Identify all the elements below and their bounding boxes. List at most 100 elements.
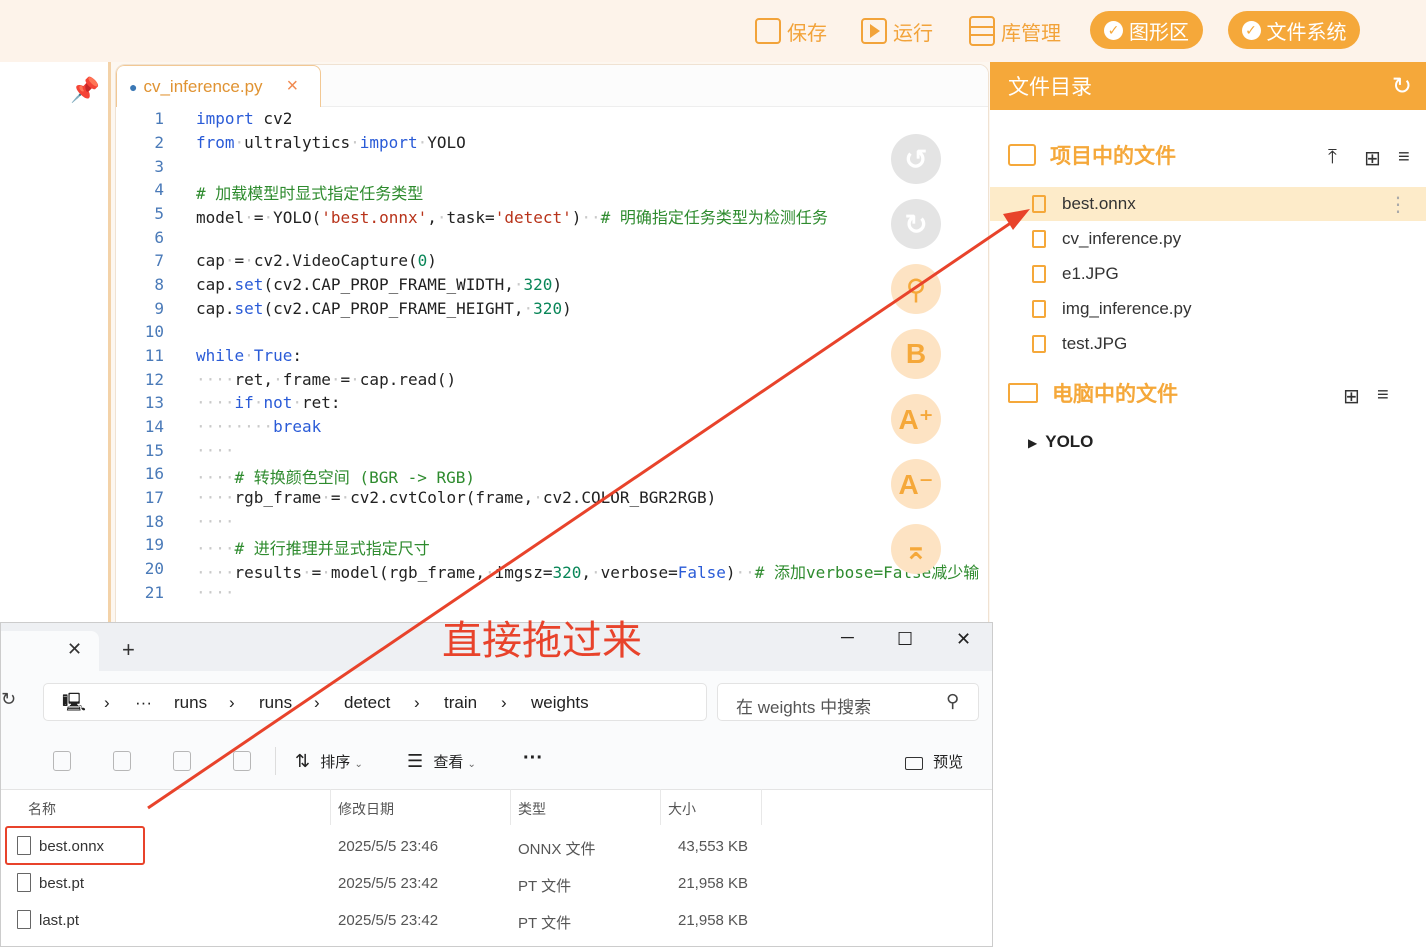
cell-type: PT 文件 (518, 915, 572, 932)
code-line: model·=·YOLO('best.onnx',·task='detect')… (196, 208, 828, 227)
close-tab-icon[interactable]: ✕ (67, 639, 82, 660)
cell-type: PT 文件 (518, 878, 572, 895)
table-row[interactable]: last.pt 2025/5/5 23:42 PT 文件 21,958 KB (1, 903, 992, 939)
library-button[interactable]: 库管理 (969, 12, 1061, 50)
new-file-icon[interactable]: ⊞ (1343, 384, 1360, 409)
save-button[interactable]: 保存 (755, 12, 827, 50)
column-divider[interactable] (660, 789, 661, 825)
computer-files-section[interactable]: 电脑中的文件 (1008, 378, 1178, 408)
scroll-top-button[interactable]: ⌅ (891, 524, 941, 574)
address-bar[interactable]: 🖳 › ··· runs › runs › detect › train › w… (43, 683, 707, 721)
bold-icon: B (905, 338, 927, 369)
close-icon[interactable]: × (287, 75, 299, 98)
graphic-area-button[interactable]: ✓ 图形区 (1090, 11, 1203, 49)
code-line: ···· (196, 583, 235, 602)
file-item[interactable]: img_inference.py (990, 292, 1426, 326)
menu-icon[interactable]: ≡ (1377, 384, 1389, 407)
refresh-icon[interactable]: ↻ (1392, 72, 1412, 101)
delete-icon[interactable] (233, 751, 251, 771)
chevron-down-icon: ⌄ (467, 759, 476, 770)
project-files-section[interactable]: 项目中的文件 (1008, 140, 1176, 170)
cell-modified: 2025/5/5 23:42 (338, 875, 439, 892)
code-line: ····ret,·frame·=·cap.read() (196, 370, 457, 389)
path-segment[interactable]: train (444, 693, 477, 713)
menu-icon[interactable]: ≡ (1398, 146, 1410, 169)
redo-button[interactable]: ↻ (891, 199, 941, 249)
maximize-icon[interactable]: ☐ (897, 629, 913, 650)
view-button[interactable]: ☰ 查看 ⌄ (407, 751, 476, 772)
more-icon[interactable]: ⋮ (1388, 192, 1408, 217)
python-icon: ● (129, 78, 138, 95)
column-header-modified[interactable]: 修改日期 (338, 799, 394, 819)
column-header-type[interactable]: 类型 (518, 799, 546, 819)
line-number: 17 (144, 488, 164, 507)
column-divider[interactable] (761, 789, 762, 825)
line-number: 16 (144, 464, 164, 483)
path-segment[interactable]: runs (174, 693, 207, 713)
share-icon[interactable] (173, 751, 191, 771)
code-line: ····# 转换颜色空间 (BGR -> RGB) (196, 468, 476, 487)
highlight-box (5, 826, 145, 865)
new-tab-icon[interactable]: + (122, 637, 135, 663)
chevron-down-icon: ⌄ (354, 759, 363, 770)
column-header-name[interactable]: 名称 (28, 799, 56, 819)
folder-item-yolo[interactable]: ▶ YOLO (1028, 432, 1093, 452)
divider (275, 747, 276, 775)
more-button[interactable]: ··· (523, 747, 543, 770)
explorer-tab[interactable]: ✕ (1, 631, 99, 671)
sidebar-divider[interactable] (108, 62, 111, 622)
line-number: 5 (154, 204, 164, 223)
pin-icon[interactable]: 📌 (70, 76, 100, 105)
file-item[interactable]: test.JPG (990, 327, 1426, 361)
folder-name: YOLO (1045, 432, 1094, 451)
undo-button[interactable]: ↺ (891, 134, 941, 184)
window-close-icon[interactable]: ✕ (956, 629, 971, 650)
code-line: ····results·=·model(rgb_frame,·imgsz=320… (196, 563, 980, 582)
rename-icon[interactable] (113, 751, 131, 771)
tab-label: cv_inference.py (143, 76, 263, 96)
font-decrease-button[interactable]: A⁻ (891, 459, 941, 509)
path-segment[interactable]: weights (531, 693, 589, 713)
server-icon (969, 16, 995, 46)
file-item[interactable]: cv_inference.py (990, 222, 1426, 256)
sort-button[interactable]: ⇅ 排序 ⌄ (295, 751, 363, 772)
sort-icon: ⇅ (295, 751, 311, 771)
upload-icon[interactable]: ⤒ (1328, 146, 1337, 169)
font-increase-button[interactable]: A⁺ (891, 394, 941, 444)
file-name: best.onnx (1062, 194, 1136, 213)
code-line: import cv2 (196, 109, 293, 128)
search-input[interactable]: 在 weights 中搜索 ⚲ (717, 683, 979, 721)
line-number: 6 (154, 228, 164, 247)
search-icon: ⚲ (946, 691, 960, 711)
column-divider[interactable] (330, 789, 331, 825)
computer-icon: 🖳 (62, 692, 87, 712)
left-sidebar: 📌 (0, 62, 108, 622)
paste-icon[interactable] (53, 751, 71, 771)
new-file-icon[interactable]: ⊞ (1364, 146, 1381, 171)
folder-icon (1008, 144, 1036, 166)
path-segment[interactable]: detect (344, 693, 390, 713)
refresh-icon[interactable]: ↻ (1, 689, 16, 710)
file-explorer-window: ✕ + ─ ☐ ✕ ↻ 🖳 › ··· runs › runs › detect… (0, 622, 993, 947)
annotation-text: 直接拖过来 (442, 619, 642, 663)
preview-button[interactable]: 预览 (905, 751, 963, 772)
run-button[interactable]: 运行 (861, 12, 933, 50)
table-row[interactable]: best.onnx 2025/5/5 23:46 ONNX 文件 43,553 … (1, 829, 992, 865)
file-item[interactable]: e1.JPG (990, 257, 1426, 291)
minimize-icon[interactable]: ─ (841, 627, 854, 648)
code-line: ····# 进行推理并显式指定尺寸 (196, 539, 430, 558)
cell-modified: 2025/5/5 23:42 (338, 912, 439, 929)
column-divider[interactable] (510, 789, 511, 825)
filesystem-button[interactable]: ✓ 文件系统 (1228, 11, 1360, 49)
path-ellipsis[interactable]: ··· (135, 693, 152, 713)
path-segment[interactable]: runs (259, 693, 292, 713)
cell-size: 21,958 KB (678, 875, 749, 892)
file-item[interactable]: best.onnx ⋮ (990, 187, 1426, 221)
file-name: img_inference.py (1062, 299, 1192, 318)
tab-cv-inference[interactable]: ● cv_inference.py × (116, 65, 321, 107)
search-button[interactable]: ⚲ (891, 264, 941, 314)
sort-label: 排序 (320, 754, 351, 771)
bold-button[interactable]: B (891, 329, 941, 379)
table-row[interactable]: best.pt 2025/5/5 23:42 PT 文件 21,958 KB (1, 866, 992, 902)
column-header-size[interactable]: 大小 (668, 799, 696, 819)
